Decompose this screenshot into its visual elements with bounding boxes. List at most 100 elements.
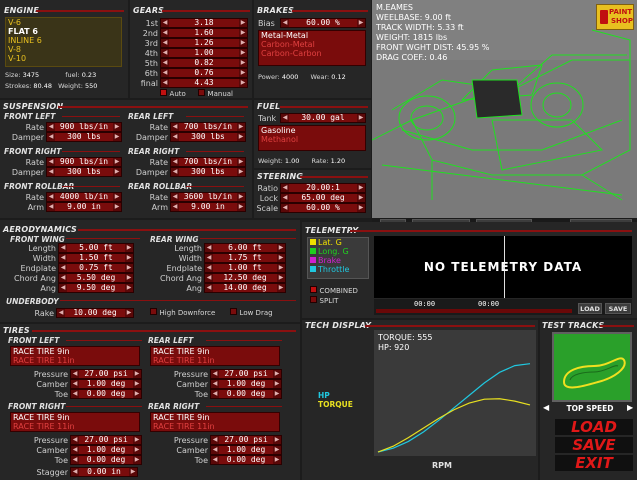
- decrease-arrow-icon[interactable]: ◀: [161, 29, 169, 37]
- low-drag-checkbox[interactable]: [230, 308, 237, 315]
- decrease-arrow-icon[interactable]: ◀: [71, 436, 79, 444]
- tire-type-list[interactable]: RACE TIRE 9in RACE TIRE 11in: [10, 412, 140, 432]
- increase-arrow-icon[interactable]: ▶: [237, 203, 245, 211]
- tire-1-0-spinner[interactable]: ◀ 27.00 psi ▶: [210, 369, 282, 379]
- load-button[interactable]: LOAD: [555, 419, 633, 435]
- front-wing-2-spinner[interactable]: ◀ 0.75 ft ▶: [58, 263, 134, 273]
- tire-3-0-spinner[interactable]: ◀ 27.00 psi ▶: [210, 435, 282, 445]
- decrease-arrow-icon[interactable]: ◀: [161, 79, 169, 87]
- fuel-type-list[interactable]: Gasoline Methanol: [258, 125, 366, 151]
- increase-arrow-icon[interactable]: ▶: [113, 203, 121, 211]
- decrease-arrow-icon[interactable]: ◀: [205, 244, 213, 252]
- gear-1-spinner[interactable]: ◀ 1.60 ▶: [160, 28, 248, 38]
- paint-shop-button[interactable]: PAINT SHOP: [596, 4, 634, 30]
- fuel-option[interactable]: Methanol: [259, 135, 365, 144]
- suspension-3-0-spinner[interactable]: ◀ 700 lbs/in ▶: [170, 157, 246, 167]
- gear-3-spinner[interactable]: ◀ 1.00 ▶: [160, 48, 248, 58]
- split-option[interactable]: SPLIT: [310, 296, 338, 305]
- decrease-arrow-icon[interactable]: ◀: [161, 19, 169, 27]
- increase-arrow-icon[interactable]: ▶: [237, 193, 245, 201]
- tire-option[interactable]: RACE TIRE 11in: [11, 422, 139, 431]
- decrease-arrow-icon[interactable]: ◀: [71, 446, 79, 454]
- rear-wing-4-spinner[interactable]: ◀ 14.00 deg ▶: [204, 283, 286, 293]
- tire-0-2-spinner[interactable]: ◀ 0.00 deg ▶: [70, 389, 142, 399]
- telemetry-save-button[interactable]: SAVE: [605, 303, 631, 314]
- engine-option[interactable]: V-10: [6, 54, 121, 63]
- increase-arrow-icon[interactable]: ▶: [113, 193, 121, 201]
- increase-arrow-icon[interactable]: ▶: [277, 254, 285, 262]
- suspension-4-0-spinner[interactable]: ◀ 4000 lb/in ▶: [46, 192, 122, 202]
- increase-arrow-icon[interactable]: ▶: [277, 274, 285, 282]
- increase-arrow-icon[interactable]: ▶: [273, 380, 281, 388]
- tire-type-list[interactable]: RACE TIRE 9in RACE TIRE 11in: [10, 346, 140, 366]
- fuel-option-selected[interactable]: Gasoline: [259, 126, 365, 135]
- suspension-2-0-spinner[interactable]: ◀ 900 lbs/in ▶: [46, 157, 122, 167]
- increase-arrow-icon[interactable]: ▶: [357, 184, 365, 192]
- front-wing-3-spinner[interactable]: ◀ 5.50 deg ▶: [58, 273, 134, 283]
- tire-type-list[interactable]: RACE TIRE 9in RACE TIRE 11in: [150, 346, 280, 366]
- decrease-arrow-icon[interactable]: ◀: [59, 274, 67, 282]
- increase-arrow-icon[interactable]: ▶: [277, 244, 285, 252]
- decrease-arrow-icon[interactable]: ◀: [71, 456, 79, 464]
- decrease-arrow-icon[interactable]: ◀: [171, 123, 179, 131]
- front-wing-1-spinner[interactable]: ◀ 1.50 ft ▶: [58, 253, 134, 263]
- manual-checkbox[interactable]: [198, 89, 205, 96]
- decrease-arrow-icon[interactable]: ◀: [161, 39, 169, 47]
- increase-arrow-icon[interactable]: ▶: [239, 69, 247, 77]
- decrease-arrow-icon[interactable]: ◀: [211, 390, 219, 398]
- tire-0-0-spinner[interactable]: ◀ 27.00 psi ▶: [70, 369, 142, 379]
- decrease-arrow-icon[interactable]: ◀: [47, 133, 55, 141]
- increase-arrow-icon[interactable]: ▶: [133, 456, 141, 464]
- tire-0-1-spinner[interactable]: ◀ 1.00 deg ▶: [70, 379, 142, 389]
- increase-arrow-icon[interactable]: ▶: [239, 59, 247, 67]
- tire-option-selected[interactable]: RACE TIRE 9in: [11, 347, 139, 356]
- track-prev-icon[interactable]: ◀: [543, 403, 549, 412]
- increase-arrow-icon[interactable]: ▶: [133, 370, 141, 378]
- suspension-1-1-spinner[interactable]: ◀ 300 lbs ▶: [170, 132, 246, 142]
- increase-arrow-icon[interactable]: ▶: [273, 456, 281, 464]
- decrease-arrow-icon[interactable]: ◀: [205, 254, 213, 262]
- decrease-arrow-icon[interactable]: ◀: [161, 49, 169, 57]
- increase-arrow-icon[interactable]: ▶: [277, 284, 285, 292]
- steering-0-spinner[interactable]: ◀ 20.00:1 ▶: [280, 183, 366, 193]
- decrease-arrow-icon[interactable]: ◀: [211, 370, 219, 378]
- increase-arrow-icon[interactable]: ▶: [357, 19, 365, 27]
- tire-2-2-spinner[interactable]: ◀ 0.00 deg ▶: [70, 455, 142, 465]
- increase-arrow-icon[interactable]: ▶: [273, 370, 281, 378]
- tire-option-selected[interactable]: RACE TIRE 9in: [151, 347, 279, 356]
- increase-arrow-icon[interactable]: ▶: [125, 284, 133, 292]
- decrease-arrow-icon[interactable]: ◀: [281, 184, 289, 192]
- engine-type-list[interactable]: V-6 FLAT 6 INLINE 6 V-8 V-10: [5, 17, 122, 67]
- decrease-arrow-icon[interactable]: ◀: [59, 264, 67, 272]
- gear-4-spinner[interactable]: ◀ 0.82 ▶: [160, 58, 248, 68]
- decrease-arrow-icon[interactable]: ◀: [47, 193, 55, 201]
- decrease-arrow-icon[interactable]: ◀: [161, 59, 169, 67]
- increase-arrow-icon[interactable]: ▶: [113, 133, 121, 141]
- telemetry-scrubber[interactable]: 00:00 00:00 LOAD SAVE: [374, 299, 632, 315]
- decrease-arrow-icon[interactable]: ◀: [281, 19, 289, 27]
- brakes-option-selected[interactable]: Metal-Metal: [259, 31, 365, 40]
- increase-arrow-icon[interactable]: ▶: [237, 168, 245, 176]
- decrease-arrow-icon[interactable]: ◀: [59, 254, 67, 262]
- decrease-arrow-icon[interactable]: ◀: [205, 274, 213, 282]
- decrease-arrow-icon[interactable]: ◀: [211, 456, 219, 464]
- tire-option[interactable]: RACE TIRE 11in: [11, 356, 139, 365]
- brakes-option[interactable]: Carbon-Metal: [259, 40, 365, 49]
- car-view[interactable]: M.EAMES WEELBASE: 9.00 ft TRACK WIDTH: 5…: [372, 0, 637, 218]
- increase-arrow-icon[interactable]: ▶: [133, 436, 141, 444]
- engine-option-selected[interactable]: FLAT 6: [6, 27, 121, 36]
- rear-wing-1-spinner[interactable]: ◀ 1.75 ft ▶: [204, 253, 286, 263]
- decrease-arrow-icon[interactable]: ◀: [211, 380, 219, 388]
- suspension-5-1-spinner[interactable]: ◀ 9.00 in ▶: [170, 202, 246, 212]
- rear-wing-2-spinner[interactable]: ◀ 1.00 ft ▶: [204, 263, 286, 273]
- increase-arrow-icon[interactable]: ▶: [129, 468, 137, 476]
- decrease-arrow-icon[interactable]: ◀: [171, 193, 179, 201]
- decrease-arrow-icon[interactable]: ◀: [47, 158, 55, 166]
- increase-arrow-icon[interactable]: ▶: [133, 390, 141, 398]
- decrease-arrow-icon[interactable]: ◀: [47, 168, 55, 176]
- tire-option-selected[interactable]: RACE TIRE 9in: [151, 413, 279, 422]
- rear-wing-0-spinner[interactable]: ◀ 6.00 ft ▶: [204, 243, 286, 253]
- increase-arrow-icon[interactable]: ▶: [125, 244, 133, 252]
- track-map[interactable]: [552, 332, 632, 402]
- decrease-arrow-icon[interactable]: ◀: [171, 203, 179, 211]
